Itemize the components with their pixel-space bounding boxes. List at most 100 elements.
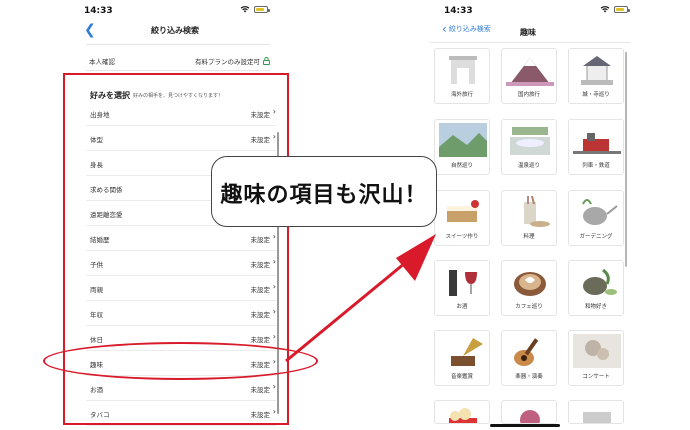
status-bar: 14:33	[50, 0, 300, 20]
sweets-icon	[439, 194, 487, 230]
preference-row[interactable]: 体型 未設定 ›	[86, 126, 276, 151]
preference-value: 未設定	[250, 386, 271, 394]
hobby-tile[interactable]: 列車・鉄道	[568, 119, 624, 175]
preference-row[interactable]: 出身地 未設定 ›	[86, 101, 276, 126]
hobby-label: カフェ巡り	[515, 304, 543, 310]
wine-icon	[439, 264, 487, 300]
nature-icon	[439, 123, 487, 159]
preference-value: 未設定	[250, 286, 271, 294]
hobby-label: 列車・鉄道	[582, 163, 610, 169]
chevron-right-icon: ›	[272, 307, 276, 316]
hobby-tile[interactable]: お酒	[434, 260, 490, 316]
scrollbar[interactable]	[625, 52, 627, 267]
screenshot-stage: 14:33 ❮ 絞り込み検索 本人確認 有料プランのみ設定可 好みを選択 好みの…	[0, 0, 690, 430]
hobby-label: お酒	[456, 304, 468, 310]
hobby-label: 和物好き	[584, 304, 607, 310]
hobby-label: 楽器・演奏	[515, 374, 543, 380]
chevron-right-icon: ›	[272, 382, 276, 391]
concert-icon	[573, 334, 621, 370]
hobby-tile[interactable]: 自然巡り	[434, 119, 490, 175]
hobby-tile[interactable]: 温泉巡り	[501, 119, 557, 175]
preference-row[interactable]: 年収 未設定 ›	[86, 301, 276, 326]
popcorn-icon	[439, 404, 487, 423]
chevron-right-icon: ›	[272, 282, 276, 291]
page-title: 絞り込み検索	[151, 26, 199, 35]
tea-icon	[573, 264, 621, 300]
chevron-right-icon: ›	[272, 132, 276, 141]
gramophone-icon	[439, 334, 487, 370]
preference-row[interactable]: タバコ 未設定 ›	[86, 401, 276, 426]
identity-verification-row[interactable]: 本人確認 有料プランのみ設定可	[86, 52, 270, 68]
verify-value: 有料プランのみ設定可	[195, 56, 270, 66]
hobby-label: 国内旅行	[517, 92, 540, 98]
hobby-tile[interactable]: 料理	[501, 190, 557, 246]
coffee-icon	[506, 264, 554, 300]
hobby-tile[interactable]: 楽器・演奏	[501, 330, 557, 386]
page-title: 趣味	[520, 28, 536, 37]
arch-icon	[439, 52, 487, 88]
hobby-tile[interactable]	[434, 400, 490, 424]
callout-bubble: 趣味の項目も沢山！	[211, 156, 437, 227]
preference-label: 遠距離恋愛	[90, 211, 123, 219]
preference-row[interactable]: 趣味 未設定 ›	[86, 351, 276, 376]
hobby-tile[interactable]	[568, 400, 624, 424]
preference-value: 未設定	[250, 136, 271, 144]
preference-label: 結婚歴	[90, 236, 110, 244]
castle-icon	[573, 52, 621, 88]
train-icon	[573, 123, 621, 159]
hobby-label: ガーデニング	[579, 234, 613, 240]
back-chevron-icon: ‹	[442, 22, 447, 36]
status-icons	[240, 5, 270, 13]
hobby-label: 海外旅行	[450, 92, 473, 98]
preference-row[interactable]: お酒 未設定 ›	[86, 376, 276, 401]
callout-text: 趣味の項目も沢山！	[220, 183, 428, 208]
navigation-bar: ❮ 絞り込み検索	[50, 22, 300, 42]
preference-label: 子供	[90, 261, 103, 269]
hobby-tile[interactable]: コンサート	[568, 330, 624, 386]
wifi-icon	[600, 5, 610, 13]
home-indicator	[490, 424, 560, 427]
onsen-icon	[506, 123, 554, 159]
chevron-right-icon: ›	[272, 332, 276, 341]
hobby-tile[interactable]: 音楽鑑賞	[434, 330, 490, 386]
preference-row[interactable]: 休日 未設定 ›	[86, 326, 276, 351]
preference-label: 求める関係	[90, 186, 123, 194]
hobby-tile[interactable]: 海外旅行	[434, 48, 490, 104]
hobby-label: 自然巡り	[450, 163, 473, 169]
chevron-right-icon: ›	[272, 232, 276, 241]
back-button[interactable]: ‹ 絞り込み検索	[442, 22, 491, 36]
preference-label: 出身地	[90, 111, 110, 119]
divider	[430, 42, 630, 43]
preference-value: 未設定	[250, 261, 271, 269]
hobby-tile[interactable]: 城・寺巡り	[568, 48, 624, 104]
hobby-tile[interactable]: 国内旅行	[501, 48, 557, 104]
preference-label: 年収	[90, 311, 103, 319]
hobby-tile[interactable]: 和物好き	[568, 260, 624, 316]
preference-row[interactable]: 子供 未設定 ›	[86, 251, 276, 276]
divider	[86, 44, 270, 45]
preference-row[interactable]: 結婚歴 未設定 ›	[86, 226, 276, 251]
preference-value: 未設定	[250, 111, 271, 119]
chevron-right-icon: ›	[272, 407, 276, 416]
hobby-label: 温泉巡り	[517, 163, 540, 169]
preference-label: タバコ	[90, 411, 110, 419]
section-title: 好みを選択	[90, 91, 130, 100]
preference-value: 未設定	[250, 411, 271, 419]
preference-label: 休日	[90, 336, 103, 344]
cooking-icon	[506, 194, 554, 230]
lock-icon	[263, 57, 270, 65]
chevron-right-icon: ›	[272, 107, 276, 116]
guitar-icon	[506, 334, 554, 370]
hobby-tile[interactable]	[501, 400, 557, 424]
hobby-tile[interactable]: スイーツ作り	[434, 190, 490, 246]
hobby-tile[interactable]: カフェ巡り	[501, 260, 557, 316]
preference-row[interactable]: 両親 未設定 ›	[86, 276, 276, 301]
preference-label: お酒	[90, 386, 103, 394]
hobby-tile[interactable]: ガーデニング	[568, 190, 624, 246]
preference-label: 趣味	[90, 361, 103, 369]
chevron-right-icon: ›	[272, 357, 276, 366]
preference-value: 未設定	[250, 361, 271, 369]
battery-icon	[614, 5, 630, 13]
status-bar: 14:33	[420, 0, 640, 20]
flower-icon	[506, 404, 554, 423]
